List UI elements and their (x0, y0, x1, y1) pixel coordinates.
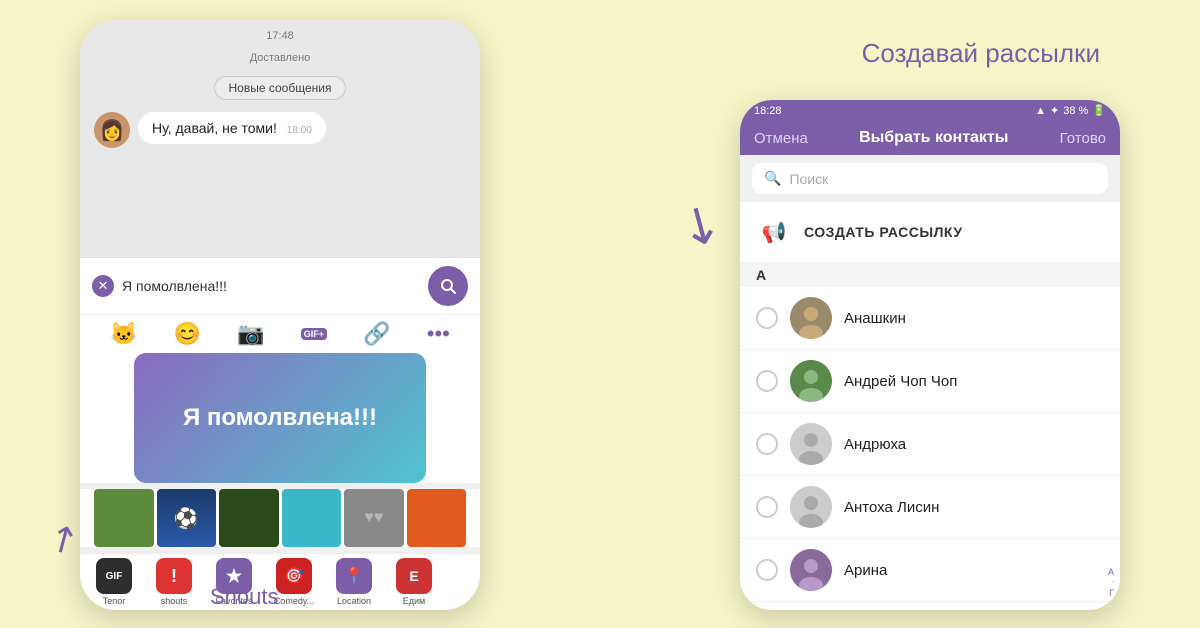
pack-edinm[interactable]: Е Едим (386, 558, 442, 606)
emoji-icon[interactable]: 😊 (174, 321, 201, 347)
left-phone: 17:48 Доставлено Новые сообщения 👩 Ну, д… (80, 20, 480, 610)
search-bar-container: 🔍 Поиск (740, 155, 1120, 202)
right-arrow-decoration: ↘ (668, 188, 733, 259)
bear-icon[interactable]: 🐱 (110, 321, 137, 347)
broadcast-row[interactable]: 📢 СОЗДАТЬ РАССЫЛКУ (740, 202, 1120, 263)
contact-row[interactable]: Антоха Лисин (740, 476, 1120, 539)
broadcast-icon: 📢 (756, 214, 792, 250)
cancel-icon[interactable]: ✕ (92, 275, 114, 297)
pack-edinm-label: Едим (403, 596, 425, 606)
pack-location-label: Location (337, 596, 371, 606)
contact-name: Андрюха (844, 436, 906, 453)
sticker-grid: ⚽ ♥♥ (80, 489, 480, 547)
pack-tenor[interactable]: GIF Tenor (86, 558, 142, 606)
contact-checkbox[interactable] (756, 433, 778, 455)
status-time: 18:28 (754, 105, 782, 117)
avatar: 👩 (94, 112, 130, 148)
contact-checkbox[interactable] (756, 559, 778, 581)
contact-list: Анашкин Андрей Чоп Чоп (740, 287, 1120, 610)
right-phone: 18:28 ▲ ✦ 38 % 🔋 Отмена Выбрать контакты… (740, 100, 1120, 610)
right-title: Создавай рассылки (862, 38, 1100, 69)
shouts-label: Shouts (210, 584, 279, 610)
gif-badge: GIF+ (301, 328, 327, 340)
pack-shouts-label: shouts (161, 596, 188, 606)
link-icon[interactable]: 🔗 (363, 321, 390, 347)
search-placeholder: Поиск (789, 171, 828, 187)
contact-avatar (790, 486, 832, 528)
sticker-thumb-2[interactable]: ⚽ (157, 489, 217, 547)
contact-row[interactable]: Арина (740, 539, 1120, 602)
sticker-toolbar: 🐱 😊 📷 GIF+ 🔗 ••• (80, 314, 480, 353)
contact-name: Анашкин (844, 310, 906, 327)
camera-icon[interactable]: 📷 (237, 321, 264, 347)
signal-icon: ▲ (1035, 105, 1046, 117)
alpha-g[interactable]: Г (1106, 588, 1114, 599)
input-text[interactable]: Я помолвлена!!! (122, 278, 420, 294)
contact-row[interactable]: Андрей Чоп Чоп (740, 350, 1120, 413)
contact-checkbox[interactable] (756, 370, 778, 392)
contact-name: Андрей Чоп Чоп (844, 373, 957, 390)
search-bar[interactable]: 🔍 Поиск (752, 163, 1108, 194)
section-header-a: А (740, 263, 1120, 287)
sticker-main-text: Я помолвлена!!! (183, 404, 377, 432)
contact-row[interactable]: Анашкин (740, 287, 1120, 350)
new-messages-button[interactable]: Новые сообщения (214, 76, 347, 100)
pack-tenor-label: Tenor (103, 596, 126, 606)
bluetooth-icon: ✦ (1050, 104, 1059, 117)
pack-shouts[interactable]: ! shouts (146, 558, 202, 606)
contact-checkbox[interactable] (756, 496, 778, 518)
chat-area: 17:48 Доставлено Новые сообщения 👩 Ну, д… (80, 20, 480, 257)
sticker-thumb-1[interactable] (94, 489, 154, 547)
message-bubble: Ну, давай, не томи! 18:00 (138, 112, 326, 144)
contact-avatar (790, 423, 832, 465)
sticker-packs: GIF Tenor ! shouts ★ Favorites 🎯 Comedy.… (80, 553, 480, 610)
sticker-thumb-6[interactable] (407, 489, 467, 547)
sticker-thumb-5[interactable]: ♥♥ (344, 489, 404, 547)
battery-text: 38 % (1063, 105, 1088, 117)
contact-name: Антоха Лисин (844, 499, 939, 516)
sticker-thumb-4[interactable] (282, 489, 342, 547)
nav-cancel-button[interactable]: Отмена (754, 130, 808, 147)
alpha-a[interactable]: А (1106, 567, 1114, 578)
alphabet-sidebar: А • Г • Ж • К • Н • Р • У • Ч • Ы • Я • (1106, 567, 1114, 610)
search-icon: 🔍 (764, 170, 781, 187)
status-icons: ▲ ✦ 38 % 🔋 (1035, 104, 1106, 117)
contact-avatar (790, 360, 832, 402)
message-text: Ну, давай, не томи! (152, 120, 277, 136)
nav-bar: Отмена Выбрать контакты Готово (740, 121, 1120, 155)
contact-avatar (790, 549, 832, 591)
status-bar: 18:28 ▲ ✦ 38 % 🔋 (740, 100, 1120, 121)
pack-comedy-label: Comedy... (274, 596, 314, 606)
contact-row[interactable]: Андрюха (740, 413, 1120, 476)
gif-icon[interactable]: GIF+ (301, 328, 327, 340)
message-time: 18:00 (287, 125, 312, 136)
search-button[interactable] (428, 266, 468, 306)
sticker-main: Я помолвлена!!! (134, 353, 426, 483)
sticker-thumb-3[interactable] (219, 489, 279, 547)
broadcast-label: СОЗДАТЬ РАССЫЛКУ (804, 224, 963, 240)
contact-checkbox[interactable] (756, 307, 778, 329)
battery-icon: 🔋 (1092, 104, 1106, 117)
chat-time: 17:48 (94, 30, 466, 42)
contact-avatar (790, 297, 832, 339)
nav-title: Выбрать контакты (859, 129, 1008, 147)
nav-done-button[interactable]: Готово (1060, 130, 1106, 147)
pack-location[interactable]: 📍 Location (326, 558, 382, 606)
more-icon[interactable]: ••• (427, 321, 450, 347)
chat-delivered: Доставлено (94, 52, 466, 64)
chat-message-row: 👩 Ну, давай, не томи! 18:00 (94, 112, 466, 148)
contact-name: Арина (844, 562, 887, 579)
input-bar: ✕ Я помолвлена!!! (80, 257, 480, 314)
alpha-zh[interactable]: Ж (1106, 609, 1114, 610)
